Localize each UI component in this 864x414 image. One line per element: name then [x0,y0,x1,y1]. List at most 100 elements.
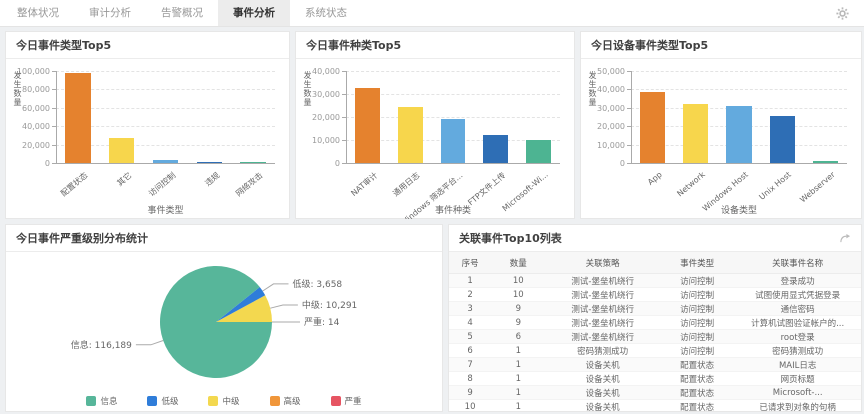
bar-1[interactable] [683,104,708,163]
table-cell: 密码猜测成功 [545,344,660,358]
legend-swatch [86,396,96,406]
card-correlated-events-top10: 关联事件Top10列表 序号数量关联策略事件类型关联事件名称 110测试-堡垒机… [448,224,862,412]
table-header-2: 关联策略 [545,252,660,274]
table-cell: root登录 [734,330,861,344]
x-axis-label: Network [675,170,706,198]
table-cell: 计算机试图验证帐户的... [734,316,861,330]
bar-3[interactable] [197,162,222,163]
table-cell: 1 [491,386,545,400]
bar-1[interactable] [109,138,134,163]
table-cell: 设备关机 [545,372,660,386]
table-row-3[interactable]: 39测试-堡垒机绕行访问控制通信密码 [449,302,861,316]
table-cell: 测试-堡垒机绕行 [545,288,660,302]
table-cell: 9 [491,316,545,330]
table-cell: 设备关机 [545,400,660,413]
bar-0[interactable] [65,73,90,163]
legend-label: 信息 [100,395,117,407]
legend-item-1[interactable]: 低级 [147,395,178,407]
link-arrow-icon[interactable] [839,232,851,244]
bar-1[interactable] [398,107,423,163]
x-axis-label: App [646,170,664,187]
bar-3[interactable] [770,116,795,163]
bar-chart-event-kind: 40,00030,00020,00010,0000NAT审计通用日志Window… [296,59,574,219]
y-axis-title: 发生数量 [12,71,23,163]
bar-0[interactable] [640,92,665,163]
bar-0[interactable] [355,88,380,163]
card-title: 今日事件类型Top5 [16,33,111,58]
table-cell: 1 [491,344,545,358]
table-row-6[interactable]: 61密码猜测成功访问控制密码猜测成功 [449,344,861,358]
x-axis-label: Unix Host [758,170,793,202]
x-axis-label: 其它 [115,170,134,189]
y-axis-line [56,71,57,163]
table-cell: 5 [449,330,491,344]
card-device-event-type-top5: 今日设备事件类型Top5 50,00040,00030,00020,00010,… [580,31,862,219]
table-cell: 9 [491,302,545,316]
legend-item-2[interactable]: 中级 [208,395,239,407]
legend-label: 高级 [284,395,301,407]
table-row-1[interactable]: 110测试-堡垒机绕行访问控制登录成功 [449,274,861,288]
tab-bar: 整体状况审计分析告警概况事件分析系统状态 [0,0,864,27]
x-axis-title: 事件种类 [346,203,560,216]
dashboard: 整体状况审计分析告警概况事件分析系统状态 今日事件类型Top5 100,0008… [0,0,864,414]
table-cell: 6 [449,344,491,358]
bar-chart-device-type: 50,00040,00030,00020,00010,0000AppNetwor… [581,59,861,219]
table-cell: 设备关机 [545,386,660,400]
tab-3[interactable]: 事件分析 [218,0,290,26]
legend-swatch [331,396,341,406]
table-cell: 6 [491,330,545,344]
table-cell: 2 [449,288,491,302]
table-row-4[interactable]: 49测试-堡垒机绕行访问控制计算机试图验证帐户的... [449,316,861,330]
legend-item-4[interactable]: 严重 [331,395,362,407]
pie-slice-3[interactable] [160,266,272,378]
correlated-events-table: 序号数量关联策略事件类型关联事件名称 110测试-堡垒机绕行访问控制登录成功21… [449,252,861,412]
table-cell: 配置状态 [660,372,734,386]
legend-item-0[interactable]: 信息 [86,395,117,407]
gear-icon[interactable] [835,6,850,21]
y-axis-title: 发生数量 [587,71,598,163]
x-axis-label: 访问控制 [146,170,178,199]
bar-2[interactable] [726,106,751,163]
bar-4[interactable] [240,162,265,163]
x-axis-line [631,163,847,164]
table-row-2[interactable]: 210测试-堡垒机绕行访问控制试图使用显式凭据登录 [449,288,861,302]
pie-slice-label: 低级: 3,658 [293,278,343,290]
x-axis-title: 设备类型 [631,203,847,216]
table-row-9[interactable]: 91设备关机配置状态Microsoft-... [449,386,861,400]
card-event-type-top5: 今日事件类型Top5 100,00080,00060,00040,00020,0… [5,31,290,219]
table-cell: 访问控制 [660,274,734,288]
pie-label-line [263,284,289,291]
table-cell: MAIL日志 [734,358,861,372]
card-event-kind-top5: 今日事件种类Top5 40,00030,00020,00010,0000NAT审… [295,31,575,219]
table-cell: 1 [449,274,491,288]
legend-item-3[interactable]: 高级 [270,395,301,407]
tab-2[interactable]: 告警概况 [146,0,218,26]
table-cell: 1 [491,372,545,386]
table-cell: 3 [449,302,491,316]
bar-2[interactable] [153,160,178,163]
table-cell: Microsoft-... [734,386,861,400]
x-axis-label: NAT审计 [348,170,379,199]
tab-1[interactable]: 审计分析 [74,0,146,26]
y-axis-line [346,71,347,163]
table-cell: 试图使用显式凭据登录 [734,288,861,302]
y-axis-line [631,71,632,163]
table-cell: 配置状态 [660,400,734,413]
bar-3[interactable] [483,135,508,163]
tab-0[interactable]: 整体状况 [2,0,74,26]
table-cell: 访问控制 [660,288,734,302]
x-axis-line [346,163,560,164]
table-row-8[interactable]: 81设备关机配置状态网页标题 [449,372,861,386]
pie-slice-label: 信息: 116,189 [71,339,132,351]
card-severity-distribution: 今日事件严重级别分布统计 严重: 14中级: 10,291低级: 3,658信息… [5,224,443,412]
table-header-0: 序号 [449,252,491,274]
table-cell: 密码猜测成功 [734,344,861,358]
tab-4[interactable]: 系统状态 [290,0,362,26]
bar-2[interactable] [441,119,466,163]
table-row-7[interactable]: 71设备关机配置状态MAIL日志 [449,358,861,372]
bar-4[interactable] [813,161,838,163]
legend-swatch [147,396,157,406]
bar-4[interactable] [526,140,551,163]
table-row-5[interactable]: 56测试-堡垒机绕行访问控制root登录 [449,330,861,344]
table-row-10[interactable]: 101设备关机配置状态已请求到对象的句柄 [449,400,861,413]
